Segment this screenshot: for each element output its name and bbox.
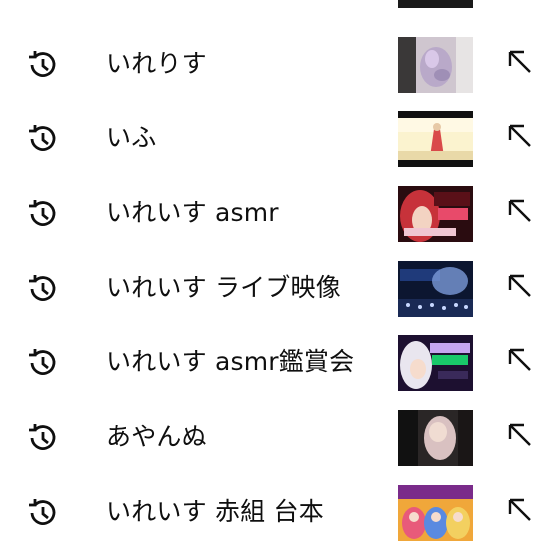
history-item[interactable]: いれいす ライブ映像 [0, 252, 560, 327]
history-clock-icon [24, 195, 62, 233]
history-query-text: いれいす 赤組 台本 [106, 497, 324, 526]
history-query-text: いれいす asmr [106, 198, 279, 227]
video-thumbnail [398, 410, 473, 466]
history-item[interactable]: いれいす asmr鑑賞会 [0, 326, 560, 401]
history-item[interactable]: いれいす 赤組 台本 [0, 476, 560, 551]
history-query-text: いれいす ライブ映像 [106, 273, 341, 302]
history-clock-icon [24, 344, 62, 382]
history-item[interactable]: あやんぬ [0, 401, 560, 476]
history-clock-icon [24, 46, 62, 84]
history-query-text: いれいす asmr鑑賞会 [106, 347, 355, 376]
search-history-list: いれりす いふ いれいす asmr いれいす ライブ映像 いれいす asmr鑑賞… [0, 0, 560, 560]
video-thumbnail [398, 335, 473, 391]
history-item[interactable]: いれりす [0, 28, 560, 103]
arrow-up-left-icon[interactable] [500, 415, 540, 455]
video-thumbnail [398, 485, 473, 541]
history-clock-icon [24, 270, 62, 308]
history-query-text: あやんぬ [106, 422, 207, 451]
history-clock-icon [24, 120, 62, 158]
history-clock-icon [24, 494, 62, 532]
video-thumbnail [398, 261, 473, 317]
history-query-text: いれりす [106, 49, 207, 78]
history-clock-icon [24, 419, 62, 457]
history-item[interactable]: いれいす asmr [0, 177, 560, 252]
arrow-up-left-icon[interactable] [500, 42, 540, 82]
video-thumbnail [398, 111, 473, 167]
video-thumbnail [398, 186, 473, 242]
arrow-up-left-icon[interactable] [500, 490, 540, 530]
arrow-up-left-icon[interactable] [500, 116, 540, 156]
arrow-up-left-icon[interactable] [500, 340, 540, 380]
arrow-up-left-icon[interactable] [500, 191, 540, 231]
arrow-up-left-icon[interactable] [500, 266, 540, 306]
history-item[interactable] [0, 0, 560, 18]
video-thumbnail [398, 37, 473, 93]
history-item[interactable]: いふ [0, 102, 560, 177]
video-thumbnail [398, 0, 473, 8]
history-query-text: いふ [106, 123, 157, 152]
